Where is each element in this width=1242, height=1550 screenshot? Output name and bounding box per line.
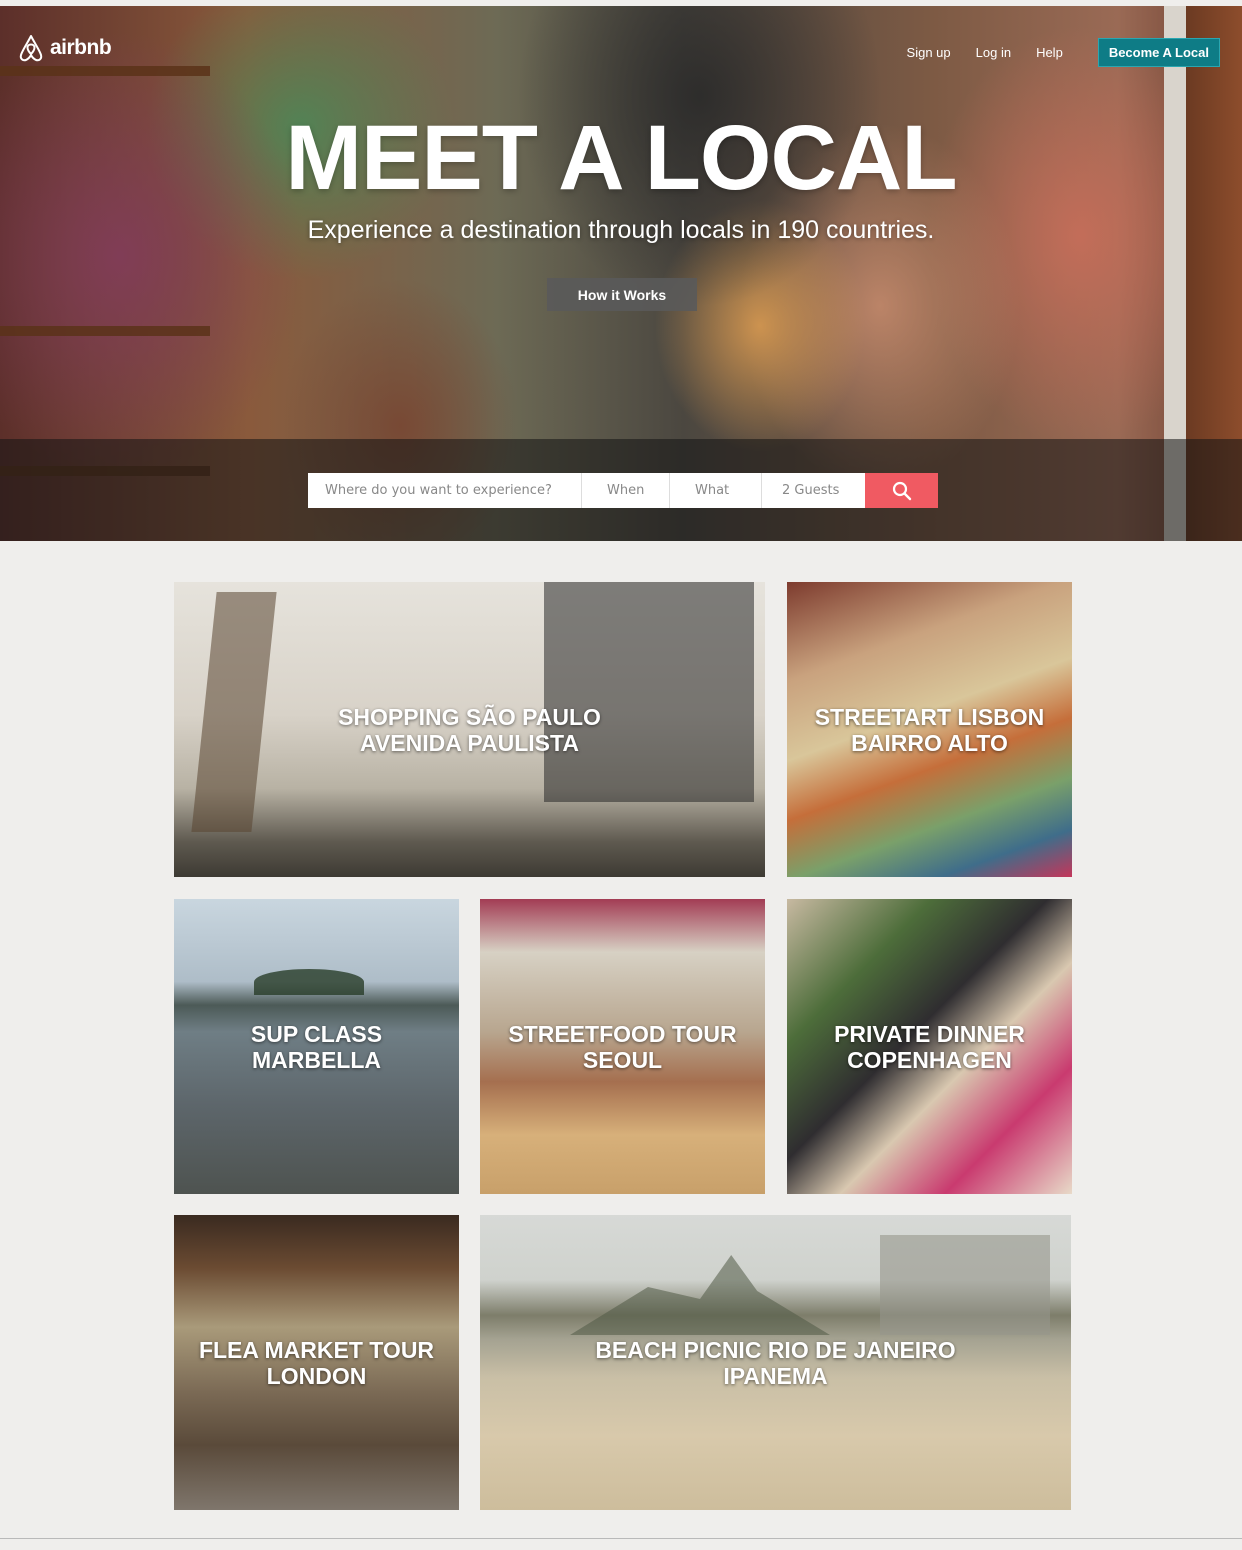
hero-banner: airbnb Sign up Log in Help Become A Loca… bbox=[0, 6, 1242, 541]
hero-photo-detail bbox=[0, 326, 210, 336]
experience-title: STREETART LISBON BAIRRO ALTO bbox=[814, 703, 1045, 756]
hero-subtitle: Experience a destination through locals … bbox=[307, 216, 935, 244]
experience-title: STREETFOOD TOUR SEOUL bbox=[508, 1020, 737, 1073]
how-it-works-button[interactable]: How it Works bbox=[547, 278, 697, 311]
guests-select[interactable]: 2 Guests bbox=[762, 473, 865, 508]
experience-card-copenhagen[interactable]: PRIVATE DINNER COPENHAGEN bbox=[787, 899, 1072, 1194]
experience-card-marbella[interactable]: SUP CLASS MARBELLA bbox=[174, 899, 459, 1194]
airbnb-logo-icon bbox=[19, 35, 43, 62]
page-divider bbox=[0, 1538, 1242, 1539]
experience-title: SUP CLASS MARBELLA bbox=[250, 1020, 383, 1073]
become-a-local-button[interactable]: Become A Local bbox=[1097, 38, 1220, 67]
card-photo-detail bbox=[544, 582, 754, 802]
what-input[interactable]: What bbox=[670, 473, 762, 508]
card-photo-detail bbox=[880, 1235, 1050, 1335]
experience-title: SHOPPING SÃO PAULO AVENIDA PAULISTA bbox=[338, 703, 601, 756]
login-link[interactable]: Log in bbox=[976, 45, 1011, 60]
experience-card-seoul[interactable]: STREETFOOD TOUR SEOUL bbox=[480, 899, 765, 1194]
experience-title: PRIVATE DINNER COPENHAGEN bbox=[834, 1020, 1025, 1073]
when-input[interactable]: When bbox=[582, 473, 670, 508]
search-icon bbox=[892, 481, 911, 500]
experience-card-sao-paulo[interactable]: SHOPPING SÃO PAULO AVENIDA PAULISTA bbox=[174, 582, 765, 877]
search-button[interactable] bbox=[865, 473, 938, 508]
top-navigation: Sign up Log in Help Become A Local bbox=[907, 38, 1220, 67]
search-bar: Where do you want to experience? When Wh… bbox=[308, 473, 938, 508]
airbnb-wordmark: airbnb bbox=[50, 36, 112, 59]
experience-card-lisbon[interactable]: STREETART LISBON BAIRRO ALTO bbox=[787, 582, 1072, 877]
experience-card-rio[interactable]: BEACH PICNIC RIO DE JANEIRO IPANEMA bbox=[480, 1215, 1071, 1510]
experience-title: FLEA MARKET TOUR LONDON bbox=[198, 1336, 435, 1389]
airbnb-logo[interactable]: airbnb bbox=[18, 34, 112, 62]
card-photo-detail bbox=[254, 969, 364, 995]
help-link[interactable]: Help bbox=[1036, 45, 1063, 60]
hero-title: MEET A LOCAL bbox=[285, 107, 957, 209]
experience-card-london[interactable]: FLEA MARKET TOUR LONDON bbox=[174, 1215, 459, 1510]
card-photo-detail bbox=[191, 592, 277, 832]
card-photo-detail bbox=[570, 1255, 830, 1335]
signup-link[interactable]: Sign up bbox=[907, 45, 951, 60]
hero-photo-detail bbox=[0, 66, 210, 76]
where-input[interactable]: Where do you want to experience? bbox=[308, 473, 582, 508]
experience-title: BEACH PICNIC RIO DE JANEIRO IPANEMA bbox=[595, 1336, 956, 1389]
